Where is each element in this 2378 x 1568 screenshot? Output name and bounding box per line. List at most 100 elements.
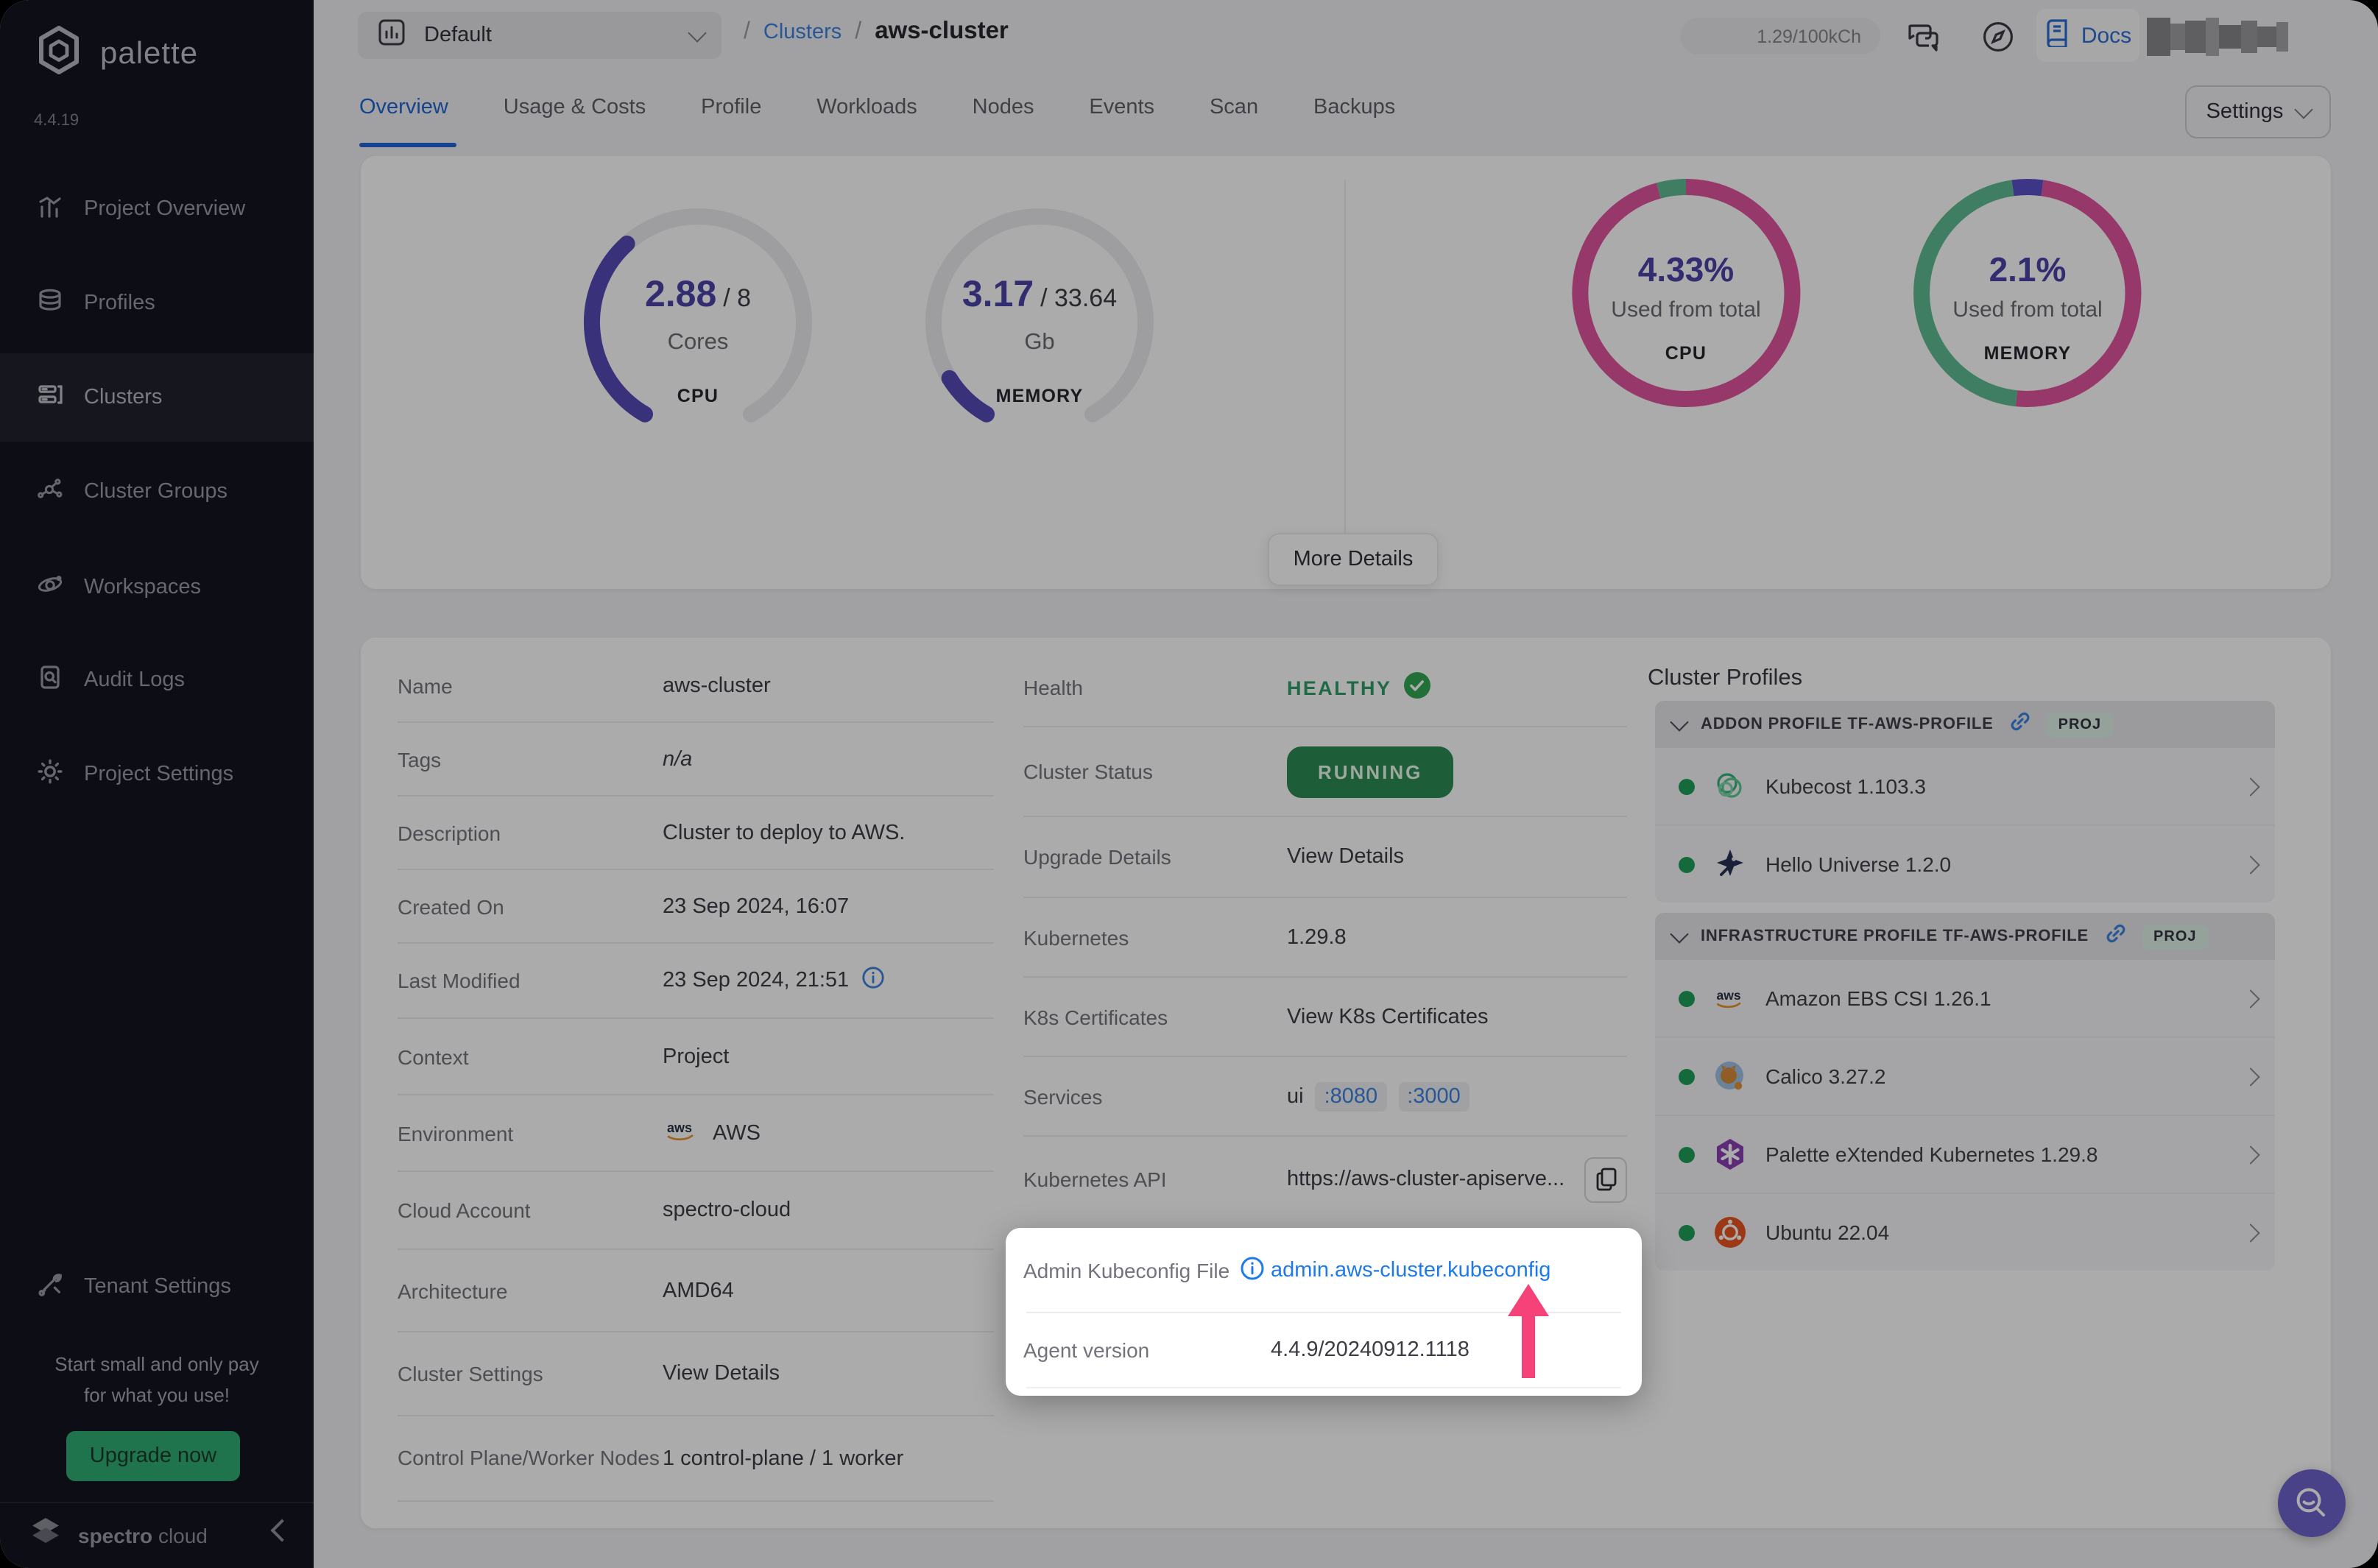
- sidebar-item-project-overview[interactable]: Project Overview: [0, 165, 314, 253]
- profile-item-kubecost[interactable]: Kubecost 1.103.3: [1655, 748, 2275, 826]
- server-icon: [35, 380, 65, 415]
- chevron-down-icon: [1670, 712, 1689, 731]
- link-icon: [2008, 709, 2032, 740]
- profile-item-ebs-csi[interactable]: aws Amazon EBS CSI 1.26.1: [1655, 960, 2275, 1038]
- detail-row-created-on: Created On 23 Sep 2024, 16:07: [398, 870, 994, 944]
- profile-item-calico[interactable]: Calico 3.27.2: [1655, 1038, 2275, 1116]
- status-row-certs: K8s Certificates View K8s Certificates: [1023, 978, 1627, 1057]
- cpu-donut-chart: 4.33% Used from total CPU: [1561, 168, 1811, 418]
- detail-row-cloud-account: Cloud Account spectro-cloud: [398, 1172, 994, 1250]
- sidebar-item-clusters[interactable]: Clusters: [0, 353, 314, 442]
- promo-line2: for what you use!: [84, 1384, 230, 1406]
- tab-scan[interactable]: Scan: [1210, 69, 1258, 119]
- service-port-8080-link[interactable]: :8080: [1315, 1081, 1387, 1111]
- details-column: Name aws-cluster Tags n/a Description Cl…: [398, 649, 994, 1502]
- docs-label: Docs: [2081, 23, 2132, 48]
- palette-kubernetes-logo-icon: [1712, 1137, 1748, 1172]
- cluster-settings-view-details-link[interactable]: View Details: [663, 1362, 780, 1385]
- sidebar-item-label: Tenant Settings: [84, 1275, 231, 1299]
- profile-item-pxk[interactable]: Palette eXtended Kubernetes 1.29.8: [1655, 1116, 2275, 1194]
- sidebar-item-label: Workspaces: [84, 576, 202, 599]
- detail-row-nodes: Control Plane/Worker Nodes 1 control-pla…: [398, 1416, 994, 1502]
- detail-row-environment: Environment aws AWS: [398, 1095, 994, 1172]
- profile-item-ubuntu[interactable]: Ubuntu 22.04: [1655, 1194, 2275, 1271]
- project-scope-icon: [375, 15, 408, 55]
- brand-name: palette: [100, 36, 199, 70]
- orbit-icon: [35, 570, 65, 605]
- upgrade-now-button[interactable]: Upgrade now: [66, 1431, 240, 1481]
- search-fab-button[interactable]: [2278, 1469, 2346, 1537]
- tab-workloads[interactable]: Workloads: [816, 69, 917, 119]
- tab-nodes[interactable]: Nodes: [973, 69, 1034, 119]
- status-row-services: Services ui :8080 :3000: [1023, 1057, 1627, 1137]
- sidebar-item-profiles[interactable]: Profiles: [0, 259, 314, 347]
- view-k8s-certificates-link[interactable]: View K8s Certificates: [1287, 1005, 1488, 1028]
- sidebar-item-audit-logs[interactable]: Audit Logs: [0, 636, 314, 724]
- docs-button[interactable]: Docs: [2036, 9, 2139, 62]
- breadcrumb: / Clusters / aws-cluster: [744, 18, 1009, 46]
- project-selector[interactable]: Default: [358, 12, 721, 59]
- cpu-gauge-chart: 2.88 / 8 Cores CPU: [573, 197, 823, 448]
- sidebar: palette 4.4.19 Project Overview Profiles…: [0, 0, 314, 1568]
- compass-icon[interactable]: [1980, 19, 2016, 62]
- palette-hexagon-icon: [32, 24, 85, 84]
- memory-gauge-chart: 3.17 / 33.64 Gb MEMORY: [914, 197, 1165, 448]
- proj-badge: PROJ: [2142, 924, 2209, 949]
- more-details-button[interactable]: More Details: [1268, 533, 1439, 586]
- breadcrumb-current: aws-cluster: [875, 18, 1009, 44]
- breadcrumb-separator: /: [744, 18, 750, 43]
- spectro-cloud-logo: [27, 1513, 65, 1558]
- sidebar-item-label: Project Overview: [84, 197, 246, 221]
- status-row-health: Health HEALTHY: [1023, 649, 1627, 727]
- screen: palette 4.4.19 Project Overview Profiles…: [0, 0, 2378, 1568]
- sidebar-item-tenant-settings[interactable]: Tenant Settings: [0, 1243, 314, 1331]
- admin-kubeconfig-link[interactable]: admin.aws-cluster.kubeconfig: [1271, 1258, 1550, 1282]
- app-window: palette 4.4.19 Project Overview Profiles…: [0, 0, 2378, 1568]
- tab-backups[interactable]: Backups: [1313, 69, 1395, 119]
- status-row-cluster-status: Cluster Status RUNNING: [1023, 727, 1627, 817]
- check-circle-icon: [1403, 671, 1431, 704]
- layers-icon: [35, 286, 65, 321]
- sidebar-item-label: Clusters: [84, 386, 163, 409]
- tab-profile[interactable]: Profile: [701, 69, 761, 119]
- infrastructure-profile-header[interactable]: INFRASTRUCTURE PROFILE TF-AWS-PROFILE PR…: [1655, 913, 2275, 960]
- tab-bar: Overview Usage & Costs Profile Workloads…: [359, 69, 2378, 152]
- palette-logo: palette: [32, 24, 198, 84]
- status-dot: [1679, 1146, 1695, 1162]
- upgrade-view-details-link[interactable]: View Details: [1287, 845, 1404, 869]
- annotation-arrow-icon: [1500, 1284, 1556, 1385]
- info-icon[interactable]: [1240, 1255, 1265, 1285]
- memory-donut-label: MEMORY: [1983, 343, 2072, 364]
- card-divider: [1344, 180, 1346, 548]
- settings-button[interactable]: Settings: [2185, 85, 2331, 138]
- memory-gauge-value: 3.17 / 33.64: [962, 274, 1118, 315]
- sidebar-item-project-settings[interactable]: Project Settings: [0, 730, 314, 819]
- chevron-down-icon: [688, 23, 707, 42]
- tab-overview[interactable]: Overview: [359, 69, 448, 119]
- info-icon[interactable]: [861, 966, 884, 995]
- kubecost-logo-icon: [1712, 769, 1748, 804]
- proj-badge: PROJ: [2046, 712, 2114, 737]
- memory-donut-chart: 2.1% Used from total MEMORY: [1902, 168, 2153, 418]
- chevron-right-icon: [2241, 1145, 2260, 1164]
- chevron-down-icon: [2293, 99, 2313, 119]
- sidebar-item-workspaces[interactable]: Workspaces: [0, 543, 314, 632]
- link-icon: [2103, 921, 2127, 952]
- addon-profile-header[interactable]: ADDON PROFILE TF-AWS-PROFILE PROJ: [1655, 701, 2275, 748]
- detail-row-tags: Tags n/a: [398, 723, 994, 797]
- tab-events[interactable]: Events: [1089, 69, 1154, 119]
- service-port-3000-link[interactable]: :3000: [1398, 1081, 1470, 1111]
- status-dot: [1679, 778, 1695, 794]
- copy-icon[interactable]: [1584, 1156, 1627, 1202]
- sidebar-item-cluster-groups[interactable]: Cluster Groups: [0, 448, 314, 536]
- cpu-donut-caption: Used from total: [1611, 297, 1761, 322]
- detail-row-context: Context Project: [398, 1019, 994, 1095]
- sidebar-footer: spectro cloud: [0, 1502, 314, 1568]
- profile-item-hello-universe[interactable]: Hello Universe 1.2.0: [1655, 826, 2275, 903]
- tab-usage-costs[interactable]: Usage & Costs: [504, 69, 646, 119]
- breadcrumb-link-clusters[interactable]: Clusters: [763, 20, 842, 43]
- chart-icon: [35, 191, 65, 227]
- svg-text:aws: aws: [1717, 988, 1741, 1003]
- sidebar-item-label: Cluster Groups: [84, 480, 228, 504]
- chat-icon[interactable]: [1907, 19, 1945, 62]
